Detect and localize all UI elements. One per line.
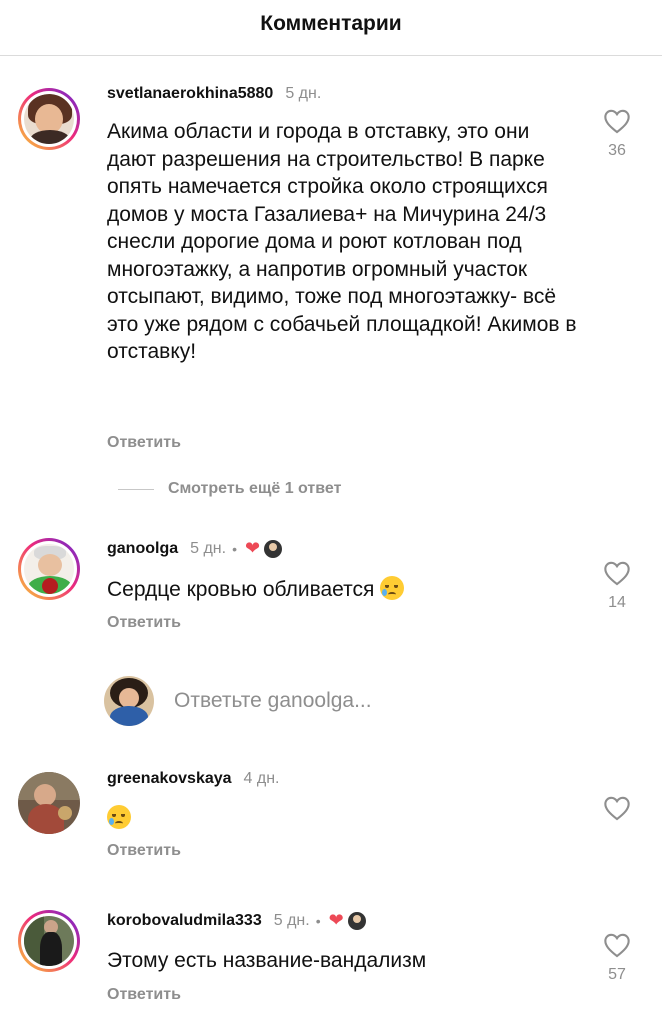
comment-meta: korobovaludmila333 5 дн. • ❤ xyxy=(107,910,366,931)
reply-button[interactable]: Ответить xyxy=(107,842,181,860)
heart-outline-icon xyxy=(600,932,634,958)
like-button[interactable]: 57 xyxy=(600,932,634,984)
heart-outline-icon xyxy=(600,108,634,134)
like-button[interactable] xyxy=(600,795,634,821)
like-count: 36 xyxy=(608,142,626,159)
timestamp: 4 дн. xyxy=(243,770,280,787)
username[interactable]: greenakovskaya xyxy=(107,770,232,788)
comment-meta: greenakovskaya 4 дн. xyxy=(107,770,280,788)
separator-dot: • xyxy=(232,540,237,557)
page-title: Комментарии xyxy=(260,12,402,35)
comment-text: Этому есть название-вандализм xyxy=(107,949,427,972)
avatar-greenakovskaya[interactable] xyxy=(18,772,80,834)
heart-outline-icon xyxy=(600,560,634,586)
reply-button[interactable]: Ответить xyxy=(107,434,181,452)
header-divider xyxy=(0,55,662,56)
timestamp: 5 дн. xyxy=(285,85,322,102)
author-avatar-mini xyxy=(264,539,283,558)
reply-button[interactable]: Ответить xyxy=(107,614,181,632)
comment-text: Акима области и города в отставку, это о… xyxy=(107,120,577,363)
heart-filled-icon: ❤ xyxy=(328,910,344,930)
view-more-line xyxy=(118,488,154,490)
heart-outline-icon xyxy=(600,795,634,821)
like-count: 14 xyxy=(608,594,626,611)
reply-button[interactable]: Ответить xyxy=(107,986,181,1004)
author-avatar-mini xyxy=(347,911,366,930)
username[interactable]: ganoolga xyxy=(107,540,178,558)
username[interactable]: svetlanaerokhina5880 xyxy=(107,85,273,103)
comment-text: Сердце кровью обливается xyxy=(107,578,375,601)
comment-meta: ganoolga 5 дн. • ❤ xyxy=(107,538,283,559)
current-user-avatar xyxy=(104,676,154,726)
timestamp: 5 дн. xyxy=(273,911,310,929)
heart-filled-icon: ❤ xyxy=(244,538,261,558)
like-count: 57 xyxy=(608,966,626,983)
timestamp: 5 дн. xyxy=(190,539,227,557)
view-more-label: Смотреть ещё 1 ответ xyxy=(168,480,342,497)
reply-input[interactable] xyxy=(172,688,516,714)
crying-face-emoji xyxy=(380,576,405,600)
avatar-korobovaludmila333[interactable] xyxy=(18,910,80,972)
username[interactable]: korobovaludmila333 xyxy=(107,912,262,930)
like-button[interactable]: 14 xyxy=(600,560,634,612)
comment-meta: svetlanaerokhina5880 5 дн. xyxy=(107,85,321,103)
crying-face-emoji xyxy=(107,805,131,829)
avatar-svetlanaerokhina5880[interactable] xyxy=(18,88,80,150)
comment-text-row: Сердце кровью обливается xyxy=(107,576,577,604)
like-button[interactable]: 36 xyxy=(600,108,634,160)
avatar-ganoolga[interactable] xyxy=(18,538,80,600)
comment-text-row xyxy=(107,805,577,833)
separator-dot: • xyxy=(315,912,321,929)
view-more-replies[interactable]: Смотреть ещё 1 ответ xyxy=(118,480,341,498)
reply-composer xyxy=(104,676,516,726)
